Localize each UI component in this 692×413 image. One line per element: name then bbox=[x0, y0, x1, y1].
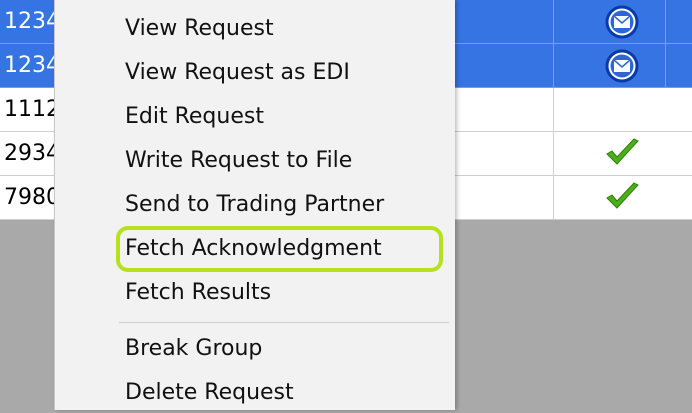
menu-item-write-request-to-file[interactable]: Write Request to File bbox=[125, 141, 352, 181]
context-menu: View Request View Request as EDI Edit Re… bbox=[54, 0, 455, 410]
column-divider bbox=[665, 0, 666, 43]
column-divider bbox=[665, 44, 666, 87]
menu-item-break-group[interactable]: Break Group bbox=[125, 329, 262, 369]
request-id-cell[interactable]: 2934 bbox=[4, 132, 56, 175]
column-divider bbox=[553, 88, 554, 131]
checkmark-icon bbox=[606, 138, 639, 165]
menu-item-fetch-acknowledgment[interactable]: Fetch Acknowledgment bbox=[125, 229, 382, 269]
column-divider bbox=[553, 132, 554, 175]
menu-item-delete-request[interactable]: Delete Request bbox=[125, 373, 294, 413]
menu-item-send-to-trading-partner[interactable]: Send to Trading Partner bbox=[125, 185, 384, 225]
column-divider bbox=[553, 176, 554, 219]
envelope-icon bbox=[605, 5, 639, 39]
request-id-cell[interactable]: 1234 bbox=[4, 44, 56, 87]
envelope-icon bbox=[605, 49, 639, 83]
menu-icon-gutter bbox=[55, 0, 103, 410]
column-divider bbox=[553, 44, 554, 87]
menu-separator bbox=[119, 322, 449, 323]
checkmark-icon bbox=[606, 182, 639, 209]
column-divider bbox=[553, 0, 554, 43]
menu-item-edit-request[interactable]: Edit Request bbox=[125, 97, 264, 137]
menu-item-view-request[interactable]: View Request bbox=[125, 9, 274, 49]
request-id-cell[interactable]: 7980 bbox=[4, 176, 56, 219]
menu-item-fetch-results[interactable]: Fetch Results bbox=[125, 273, 271, 313]
request-id-cell[interactable]: 1112 bbox=[4, 88, 56, 131]
request-id-cell[interactable]: 1234 bbox=[4, 0, 56, 43]
menu-item-view-request-as-edi[interactable]: View Request as EDI bbox=[125, 53, 350, 93]
